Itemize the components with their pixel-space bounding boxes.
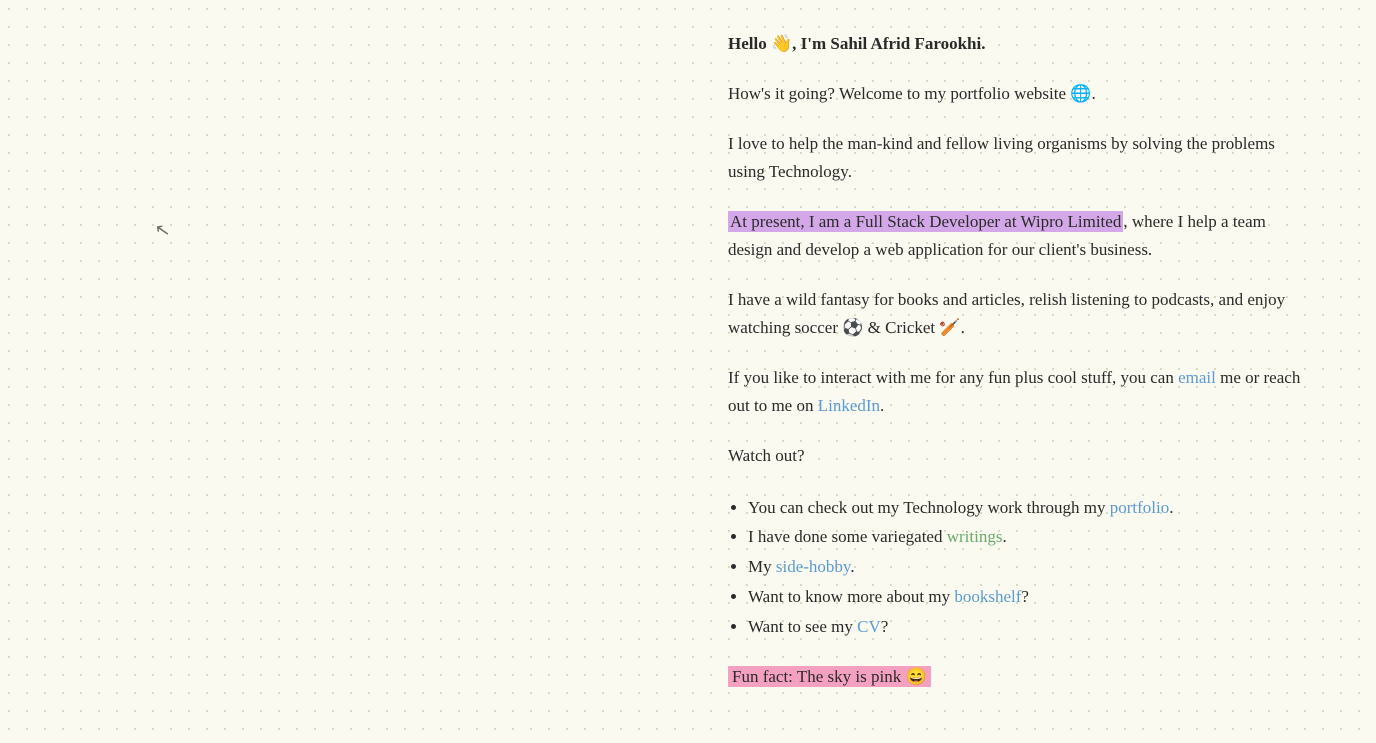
main-content-area: Hello 👋, I'm Sahil Afrid Farookhi. How's… — [728, 0, 1368, 743]
list-item-3-pre: My — [748, 557, 776, 576]
list-item: Want to see my CV? — [748, 612, 1308, 642]
mission-paragraph: I love to help the man-kind and fellow l… — [728, 130, 1308, 186]
watch-out-list: You can check out my Technology work thr… — [748, 493, 1308, 642]
portfolio-link[interactable]: portfolio — [1110, 498, 1170, 517]
contact-pre-text: If you like to interact with me for any … — [728, 368, 1178, 387]
list-item: My side-hobby. — [748, 552, 1308, 582]
mission-text: I love to help the man-kind and fellow l… — [728, 134, 1275, 181]
intro-paragraph: How's it going? Welcome to my portfolio … — [728, 80, 1308, 108]
list-item-1-pre: You can check out my Technology work thr… — [748, 498, 1110, 517]
list-item-5-post: ? — [881, 617, 889, 636]
list-item-4-pre: Want to know more about my — [748, 587, 954, 606]
greeting-paragraph: Hello 👋, I'm Sahil Afrid Farookhi. — [728, 30, 1308, 58]
role-highlight: At present, I am a Full Stack Developer … — [728, 211, 1123, 232]
writings-link[interactable]: writings — [947, 527, 1003, 546]
watch-out-paragraph: Watch out? — [728, 442, 1308, 470]
list-item-2-post: . — [1002, 527, 1006, 546]
fun-fact-text: Fun fact: The sky is pink 😄 — [728, 666, 931, 687]
fun-fact-paragraph: Fun fact: The sky is pink 😄 — [728, 663, 1308, 691]
linkedin-link[interactable]: LinkedIn — [818, 396, 880, 415]
list-item-3-post: . — [850, 557, 854, 576]
hobbies-paragraph: I have a wild fantasy for books and arti… — [728, 286, 1308, 342]
watch-out-text: Watch out? — [728, 446, 805, 465]
list-item: Want to know more about my bookshelf? — [748, 582, 1308, 612]
list-item: You can check out my Technology work thr… — [748, 493, 1308, 523]
list-item-5-pre: Want to see my — [748, 617, 857, 636]
bookshelf-link[interactable]: bookshelf — [954, 587, 1021, 606]
contact-post-text: . — [880, 396, 884, 415]
mouse-cursor: ↖ — [153, 219, 172, 242]
list-item: I have done some variegated writings. — [748, 522, 1308, 552]
contact-paragraph: If you like to interact with me for any … — [728, 364, 1308, 420]
list-item-1-post: . — [1169, 498, 1173, 517]
side-hobby-link[interactable]: side-hobby — [776, 557, 850, 576]
cv-link[interactable]: CV — [857, 617, 881, 636]
role-paragraph: At present, I am a Full Stack Developer … — [728, 208, 1308, 264]
list-item-4-post: ? — [1021, 587, 1029, 606]
greeting-text: Hello 👋, I'm Sahil Afrid Farookhi. — [728, 34, 985, 53]
intro-text: How's it going? Welcome to my portfolio … — [728, 84, 1096, 103]
hobbies-text: I have a wild fantasy for books and arti… — [728, 290, 1285, 337]
list-item-2-pre: I have done some variegated — [748, 527, 947, 546]
email-link[interactable]: email — [1178, 368, 1216, 387]
